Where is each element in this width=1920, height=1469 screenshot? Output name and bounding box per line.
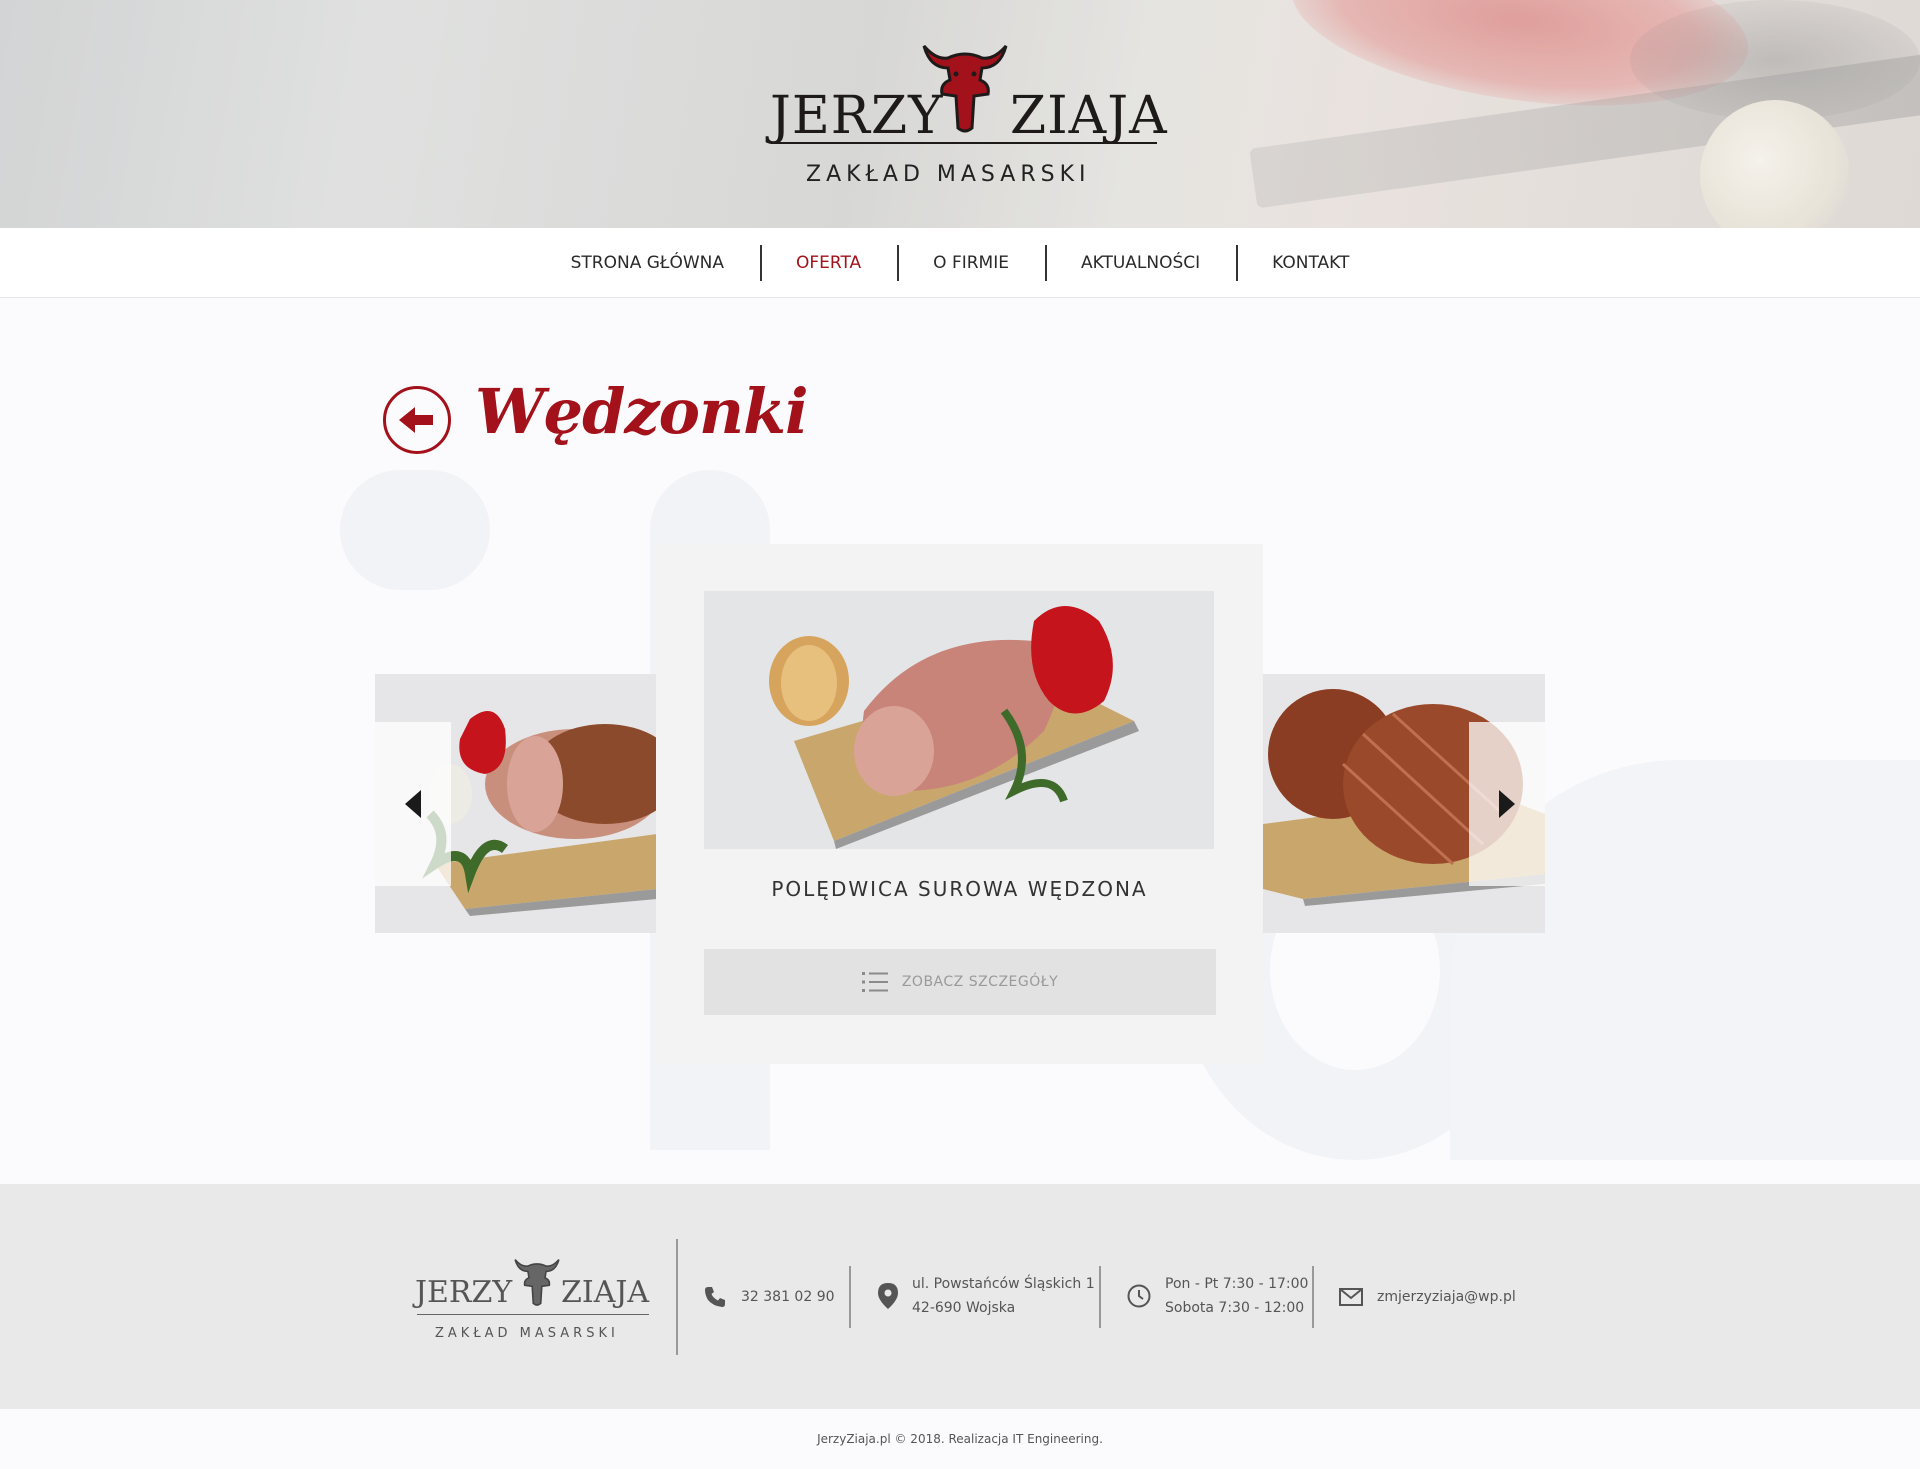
copyright: JerzyZiaja.pl © 2018. Realizacja IT Engi… bbox=[817, 1432, 1103, 1446]
envelope-icon bbox=[1339, 1288, 1363, 1306]
brand-name-left: JERZY bbox=[770, 86, 944, 146]
list-icon bbox=[861, 972, 888, 992]
footer-logo[interactable]: JERZY ZIAJA ZAKŁAD MASARSKI bbox=[413, 1250, 653, 1350]
clock-icon bbox=[1127, 1284, 1151, 1308]
footer-address: ul. Powstańców Śląskich 1 42-690 Wojska bbox=[878, 1272, 1095, 1320]
nav-item-aktualnosci[interactable]: AKTUALNOŚCI bbox=[1044, 245, 1236, 281]
brand-subtitle: ZAKŁAD MASARSKI bbox=[806, 162, 1091, 187]
chevron-right-icon bbox=[1499, 790, 1515, 818]
back-button[interactable] bbox=[383, 386, 451, 454]
footer-brand-subtitle: ZAKŁAD MASARSKI bbox=[435, 1326, 619, 1341]
carousel-current-product: POLĘDWICA SUROWA WĘDZONA ZOBACZ SZCZEGÓŁ… bbox=[656, 544, 1263, 1064]
site-logo[interactable]: JERZY ZIAJA ZAKŁAD MASARSKI bbox=[770, 38, 1167, 193]
footer-divider bbox=[1099, 1266, 1101, 1328]
main-nav: STRONA GŁÓWNA OFERTA O FIRMIE AKTUALNOŚC… bbox=[0, 228, 1920, 298]
footer-address-line2: 42-690 Wojska bbox=[912, 1300, 1016, 1316]
background-watermark bbox=[340, 470, 490, 590]
page-title: Wędzonki bbox=[475, 375, 809, 448]
view-details-label: ZOBACZ SZCZEGÓŁY bbox=[901, 974, 1059, 990]
view-details-button[interactable]: ZOBACZ SZCZEGÓŁY bbox=[704, 949, 1216, 1015]
footer-divider bbox=[1312, 1266, 1314, 1328]
footer-logo-underline bbox=[417, 1314, 649, 1315]
footer-hours-line1: Pon - Pt 7:30 - 17:00 bbox=[1165, 1276, 1309, 1292]
footer-brand-left: JERZY bbox=[415, 1275, 513, 1310]
nav-item-kontakt[interactable]: KONTAKT bbox=[1236, 245, 1385, 281]
nav-item-home[interactable]: STRONA GŁÓWNA bbox=[535, 245, 760, 281]
footer-divider bbox=[676, 1239, 678, 1355]
logo-underline bbox=[772, 142, 1157, 144]
chevron-left-icon bbox=[405, 790, 421, 818]
brand-name-right: ZIAJA bbox=[1010, 86, 1168, 146]
bull-head-icon bbox=[514, 1259, 560, 1306]
footer-divider bbox=[849, 1266, 851, 1328]
footer-phone[interactable]: 32 381 02 90 bbox=[703, 1285, 835, 1309]
footer-hours: Pon - Pt 7:30 - 17:00 Sobota 7:30 - 12:0… bbox=[1127, 1272, 1308, 1320]
nav-item-oferta[interactable]: OFERTA bbox=[760, 245, 897, 281]
footer-address-line1: ul. Powstańców Śląskich 1 bbox=[912, 1276, 1095, 1292]
phone-icon bbox=[705, 1287, 725, 1307]
footer-brand-right: ZIAJA bbox=[561, 1275, 650, 1310]
footer-email-text: zmjerzyziaja@wp.pl bbox=[1377, 1289, 1516, 1305]
product-name: POLĘDWICA SUROWA WĘDZONA bbox=[771, 877, 1148, 901]
arrow-left-icon bbox=[399, 407, 433, 433]
carousel-next-button[interactable] bbox=[1469, 722, 1545, 886]
carousel-prev-button[interactable] bbox=[375, 722, 451, 886]
product-image[interactable] bbox=[704, 591, 1214, 849]
nav-item-o-firmie[interactable]: O FIRMIE bbox=[897, 245, 1045, 281]
location-pin-icon bbox=[878, 1283, 898, 1309]
footer-hours-line2: Sobota 7:30 - 12:00 bbox=[1165, 1300, 1305, 1316]
footer-email[interactable]: zmjerzyziaja@wp.pl bbox=[1339, 1285, 1516, 1309]
footer-phone-text: 32 381 02 90 bbox=[741, 1289, 835, 1305]
